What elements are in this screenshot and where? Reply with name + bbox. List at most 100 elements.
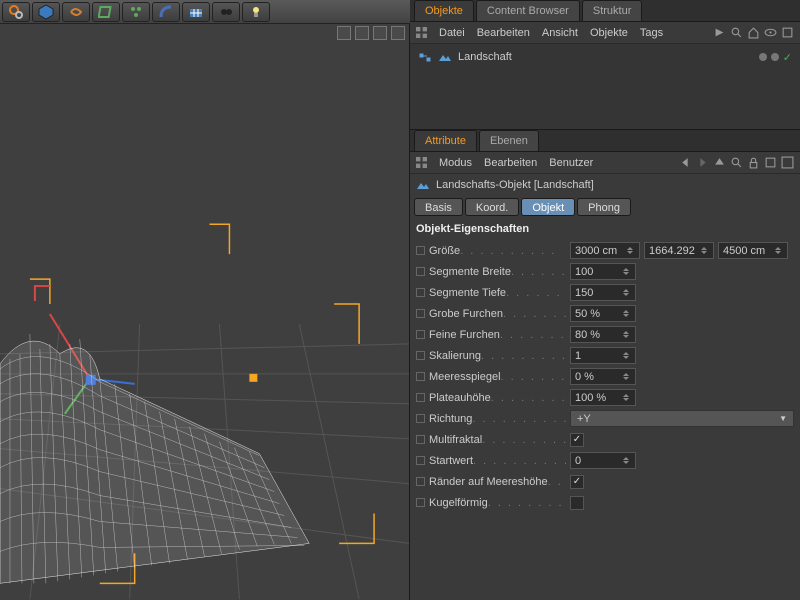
checkbox-field[interactable] <box>570 433 584 447</box>
anim-toggle[interactable] <box>416 456 425 465</box>
toolbar-particles[interactable] <box>122 2 150 22</box>
tab-attribute[interactable]: Attribute <box>414 130 477 151</box>
anim-toggle[interactable] <box>416 393 425 402</box>
prop-row: Multifraktal . . . . . . . . . . . . <box>412 429 798 450</box>
prop-row: Startwert . . . . . . . . . . . .0 <box>412 450 798 471</box>
object-tree[interactable]: Landschaft ✓ <box>410 44 800 130</box>
anim-toggle[interactable] <box>416 309 425 318</box>
anim-toggle[interactable] <box>416 414 425 423</box>
anim-toggle[interactable] <box>416 246 425 255</box>
objects-menu-datei[interactable]: Datei <box>439 27 465 39</box>
size-x-field[interactable]: 3000 cm <box>570 242 640 259</box>
nav-fwd-icon[interactable] <box>696 156 709 169</box>
arrow-icon[interactable] <box>713 26 726 39</box>
visibility-render-dot[interactable] <box>771 53 779 61</box>
subtab-koord[interactable]: Koord. <box>465 198 519 216</box>
value-field[interactable]: 0 % <box>570 368 636 385</box>
objects-menu-tags[interactable]: Tags <box>640 27 663 39</box>
eye-icon[interactable] <box>764 26 777 39</box>
viewport-btn-2[interactable] <box>355 26 369 40</box>
visibility-editor-dot[interactable] <box>759 53 767 61</box>
toolbar-light[interactable] <box>242 2 270 22</box>
viewport-btn-1[interactable] <box>337 26 351 40</box>
landscape-icon <box>438 50 452 64</box>
toolbar-camera[interactable] <box>212 2 240 22</box>
expand-icon[interactable] <box>781 26 794 39</box>
right-panels: Objekte Content Browser Struktur Datei B… <box>410 0 800 600</box>
prop-row: Feine Furchen . . . . . . . . . . . .80 … <box>412 324 798 345</box>
prop-label: Größe <box>429 245 460 257</box>
prop-label: Grobe Furchen <box>429 308 503 320</box>
subtab-phong[interactable]: Phong <box>577 198 631 216</box>
home-icon[interactable] <box>747 26 760 39</box>
value-field[interactable]: 1 <box>570 347 636 364</box>
section-title: Objekt-Eigenschaften <box>410 218 800 240</box>
anim-toggle[interactable] <box>416 477 425 486</box>
tab-ebenen[interactable]: Ebenen <box>479 130 539 151</box>
viewport-canvas[interactable] <box>0 24 409 600</box>
anim-toggle[interactable] <box>416 330 425 339</box>
toolbar-deformer[interactable] <box>92 2 120 22</box>
search-icon[interactable] <box>730 26 743 39</box>
size-y-field[interactable]: 1664.292 <box>644 242 714 259</box>
prop-label: Kugelförmig <box>429 497 488 509</box>
anim-toggle[interactable] <box>416 267 425 276</box>
prop-label: Ränder auf Meereshöhe <box>429 476 548 488</box>
panel-handle-icon[interactable] <box>416 157 427 168</box>
objects-tabs: Objekte Content Browser Struktur <box>410 0 800 22</box>
anim-toggle[interactable] <box>416 372 425 381</box>
panel-handle-icon[interactable] <box>416 27 427 38</box>
anim-toggle[interactable] <box>416 498 425 507</box>
tab-objekte[interactable]: Objekte <box>414 0 474 21</box>
value-field[interactable]: 100 % <box>570 389 636 406</box>
value-field[interactable]: 100 <box>570 263 636 280</box>
lock-icon[interactable] <box>747 156 760 169</box>
dots: . . . . . . . . . . . . <box>473 455 566 467</box>
enable-check-icon[interactable]: ✓ <box>783 51 792 64</box>
tab-content-browser[interactable]: Content Browser <box>476 0 580 21</box>
dropdown-field[interactable]: +Y▼ <box>570 410 794 427</box>
prop-row: Grobe Furchen . . . . . . . . . . . .50 … <box>412 303 798 324</box>
value-field[interactable]: 0 <box>570 452 636 469</box>
objects-menu-objekte[interactable]: Objekte <box>590 27 628 39</box>
nav-back-icon[interactable] <box>679 156 692 169</box>
dots: . . . . . . . . . . . . <box>506 287 566 299</box>
prop-label: Multifraktal <box>429 434 482 446</box>
viewport[interactable] <box>0 24 410 600</box>
value-field[interactable]: 50 % <box>570 305 636 322</box>
checkbox-field[interactable] <box>570 475 584 489</box>
attr-menu-modus[interactable]: Modus <box>439 157 472 169</box>
size-z-field[interactable]: 4500 cm <box>718 242 788 259</box>
expand-icon[interactable] <box>781 156 794 169</box>
subtab-basis[interactable]: Basis <box>414 198 463 216</box>
prop-label: Richtung <box>429 413 472 425</box>
dots: . . . . . . . . . . . . <box>511 266 566 278</box>
objects-menu: Datei Bearbeiten Ansicht Objekte Tags <box>410 22 800 44</box>
tab-struktur[interactable]: Struktur <box>582 0 643 21</box>
checkbox-field[interactable] <box>570 496 584 510</box>
new-window-icon[interactable] <box>764 156 777 169</box>
viewport-btn-3[interactable] <box>373 26 387 40</box>
objects-menu-ansicht[interactable]: Ansicht <box>542 27 578 39</box>
attr-menu-benutzer[interactable]: Benutzer <box>549 157 593 169</box>
property-rows: Größe . . . . . . . . . . 3000 cm 1664.2… <box>410 240 800 513</box>
anim-toggle[interactable] <box>416 351 425 360</box>
landscape-icon <box>416 178 430 192</box>
subtab-objekt[interactable]: Objekt <box>521 198 575 216</box>
toolbar-cube[interactable] <box>32 2 60 22</box>
viewport-btn-4[interactable] <box>391 26 405 40</box>
value-field[interactable]: 150 <box>570 284 636 301</box>
search-icon[interactable] <box>730 156 743 169</box>
objects-menu-bearbeiten[interactable]: Bearbeiten <box>477 27 530 39</box>
dots: . . . . . . . . . . . . <box>501 371 566 383</box>
object-row-landschaft[interactable]: Landschaft ✓ <box>418 48 792 66</box>
toolbar-grid[interactable] <box>182 2 210 22</box>
nav-up-icon[interactable] <box>713 156 726 169</box>
anim-toggle[interactable] <box>416 288 425 297</box>
toolbar-gears[interactable] <box>2 2 30 22</box>
toolbar-bend[interactable] <box>152 2 180 22</box>
toolbar-chain[interactable] <box>62 2 90 22</box>
anim-toggle[interactable] <box>416 435 425 444</box>
value-field[interactable]: 80 % <box>570 326 636 343</box>
attr-menu-bearbeiten[interactable]: Bearbeiten <box>484 157 537 169</box>
